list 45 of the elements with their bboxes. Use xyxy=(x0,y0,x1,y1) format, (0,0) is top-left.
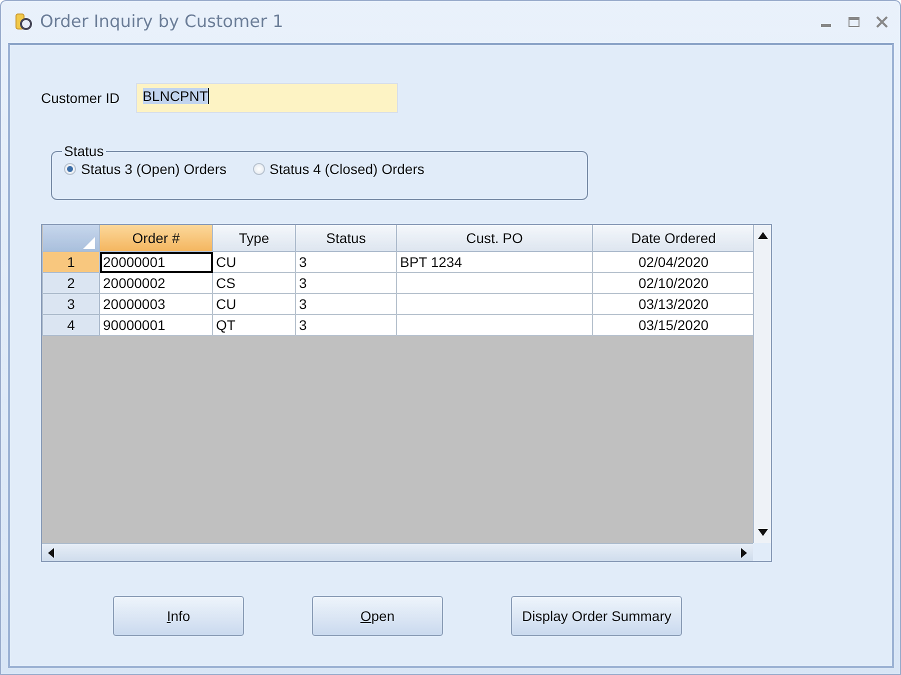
table-cell: 02/10/2020 xyxy=(592,272,753,294)
table-cell: CS xyxy=(212,272,296,294)
table-cell: 90000001 xyxy=(100,314,212,336)
action-button[interactable]: Display Order Summary xyxy=(511,596,682,636)
app-icon xyxy=(14,12,34,32)
status-group-title: Status xyxy=(63,143,105,159)
customer-id-label: Customer ID xyxy=(41,90,120,106)
table-cell: 3 xyxy=(296,252,396,272)
radio-button[interactable] xyxy=(252,163,265,175)
column-header[interactable]: Order # xyxy=(100,225,212,252)
row-header[interactable]: 4 xyxy=(42,314,100,336)
table-cell: BPT 1234 xyxy=(396,252,592,272)
table-cell: 20000002 xyxy=(100,272,212,294)
table-cell: 3 xyxy=(296,314,396,336)
table-cell: CU xyxy=(212,294,296,314)
column-header[interactable]: Status xyxy=(296,225,396,252)
scrollbar-corner xyxy=(753,543,771,561)
action-button[interactable]: Open xyxy=(312,596,443,636)
column-header[interactable]: Date Ordered xyxy=(592,225,753,252)
table-cell: 03/13/2020 xyxy=(592,294,753,314)
column-header[interactable]: Cust. PO xyxy=(396,225,592,252)
row-header[interactable]: 2 xyxy=(42,272,100,294)
close-icon[interactable] xyxy=(876,16,888,28)
row-header[interactable]: 3 xyxy=(42,294,100,314)
column-header[interactable]: Type xyxy=(212,225,296,252)
table-cell: 20000001 xyxy=(100,252,212,272)
table-cell: 20000003 xyxy=(100,294,212,314)
status-radio-option[interactable]: Status 3 (Open) Orders xyxy=(64,161,227,177)
table-cell: CU xyxy=(212,252,296,272)
horizontal-scrollbar[interactable] xyxy=(42,543,753,561)
corner-triangle-icon xyxy=(83,237,95,249)
action-button[interactable]: Info xyxy=(113,596,244,636)
customer-id-field[interactable]: BLNCPNT xyxy=(136,83,398,113)
row-header[interactable]: 1 xyxy=(42,252,100,272)
status-radio-option[interactable]: Status 4 (Closed) Orders xyxy=(252,161,424,177)
grid-corner[interactable] xyxy=(42,225,100,252)
window-title: Order Inquiry by Customer 1 xyxy=(40,12,284,32)
radio-button[interactable] xyxy=(64,163,76,175)
table-cell: QT xyxy=(212,314,296,336)
maximize-icon[interactable] xyxy=(848,16,860,28)
table-cell: 03/15/2020 xyxy=(592,314,753,336)
table-cell: 3 xyxy=(296,294,396,314)
vertical-scrollbar[interactable] xyxy=(753,225,771,543)
table-cell: 02/04/2020 xyxy=(592,252,753,272)
table-cell: 3 xyxy=(296,272,396,294)
